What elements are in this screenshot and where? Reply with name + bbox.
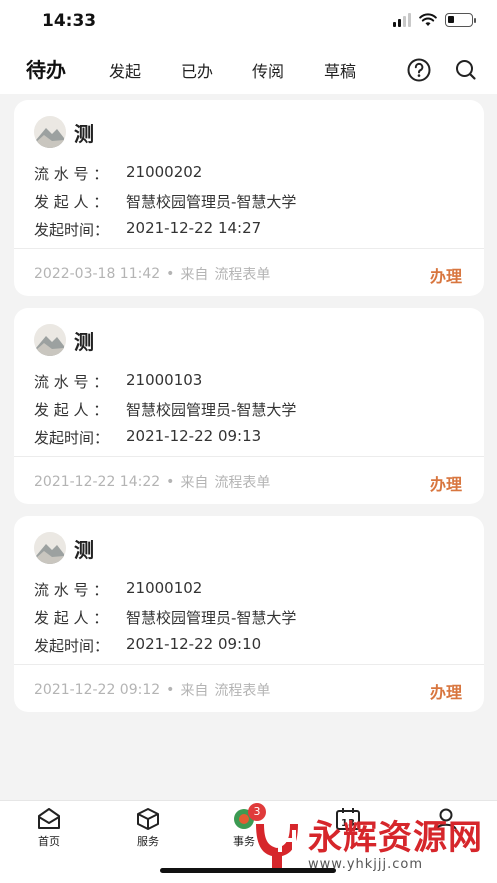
- initiator-value: 智慧校园管理员-智慧大学: [126, 193, 297, 211]
- tab-pending[interactable]: 待办: [26, 54, 66, 83]
- footer-dot: •: [166, 474, 175, 490]
- top-tab-bar: 待办 发起 已办 传阅 草稿: [0, 44, 497, 94]
- card-title: 测: [74, 121, 94, 146]
- card-footer: 2022-03-18 11:42 • 来自 流程表单: [34, 264, 270, 284]
- bottom-tab-service[interactable]: 服务: [118, 807, 178, 849]
- footer-dot: •: [166, 266, 175, 282]
- serial-row: 流 水 号 ： 21000202: [34, 163, 202, 184]
- footer-time: 2021-12-22 09:12: [34, 682, 161, 698]
- initiator-value: 智慧校园管理员-智慧大学: [126, 609, 297, 627]
- serial-value: 21000103: [126, 371, 203, 389]
- status-bar: 14:33: [0, 0, 497, 44]
- watermark: 永辉资源网 www.yhkjjj.com: [250, 815, 495, 875]
- tab-initiate[interactable]: 发起: [109, 58, 141, 82]
- card-title: 测: [74, 537, 94, 562]
- serial-row: 流 水 号 ： 21000103: [34, 371, 202, 392]
- footer-time: 2021-12-22 14:22: [34, 474, 161, 490]
- avatar: [34, 116, 66, 148]
- cube-icon: [137, 808, 159, 830]
- time-row: 发起时间： 2021-12-22 09:10: [34, 635, 261, 656]
- home-icon: [38, 808, 60, 829]
- serial-row: 流 水 号 ： 21000102: [34, 579, 202, 600]
- divider: [14, 664, 484, 665]
- watermark-logo-icon: [256, 824, 298, 870]
- tab-circulate[interactable]: 传阅: [252, 58, 284, 82]
- source-value: 流程表单: [214, 683, 271, 699]
- serial-label: 流 水 号 ：: [34, 581, 109, 599]
- initiator-value: 智慧校园管理员-智慧大学: [126, 401, 297, 419]
- time-label: 发起时间：: [34, 221, 110, 239]
- source-value: 流程表单: [214, 475, 271, 491]
- footer-dot: •: [166, 682, 175, 698]
- serial-value: 21000102: [126, 579, 203, 597]
- source-label: 来自: [180, 683, 209, 699]
- time-row: 发起时间： 2021-12-22 09:13: [34, 427, 261, 448]
- handle-button[interactable]: 办理: [430, 471, 462, 495]
- serial-label: 流 水 号 ：: [34, 165, 109, 183]
- handle-button[interactable]: 办理: [430, 679, 462, 703]
- initiator-row: 发 起 人 ： 智慧校园管理员-智慧大学: [34, 607, 296, 628]
- search-icon[interactable]: [453, 57, 479, 83]
- tab-done[interactable]: 已办: [181, 58, 213, 82]
- signal-icon: [393, 13, 411, 27]
- home-indicator[interactable]: [160, 868, 336, 873]
- serial-value: 21000202: [126, 163, 203, 181]
- footer-time: 2022-03-18 11:42: [34, 266, 161, 282]
- tab-draft[interactable]: 草稿: [324, 58, 356, 82]
- source-value: 流程表单: [214, 267, 271, 283]
- divider: [14, 456, 484, 457]
- time-value: 2021-12-22 14:27: [126, 219, 262, 237]
- source-label: 来自: [180, 475, 209, 491]
- avatar: [34, 324, 66, 356]
- card-footer: 2021-12-22 09:12 • 来自 流程表单: [34, 680, 270, 700]
- bottom-tab-home[interactable]: 首页: [19, 807, 79, 849]
- task-card[interactable]: 测 流 水 号 ： 21000202 发 起 人 ： 智慧校园管理员-智慧大学 …: [14, 100, 484, 296]
- time-label: 发起时间：: [34, 429, 110, 447]
- divider: [14, 248, 484, 249]
- handle-button[interactable]: 办理: [430, 263, 462, 287]
- time-label: 发起时间：: [34, 637, 110, 655]
- status-icons: [393, 13, 476, 27]
- initiator-row: 发 起 人 ： 智慧校园管理员-智慧大学: [34, 399, 296, 420]
- watermark-title: 永辉资源网: [308, 817, 483, 858]
- initiator-label: 发 起 人 ：: [34, 193, 109, 211]
- bottom-tab-label: 服务: [137, 835, 159, 848]
- card-footer: 2021-12-22 14:22 • 来自 流程表单: [34, 472, 270, 492]
- initiator-label: 发 起 人 ：: [34, 609, 109, 627]
- wifi-icon: [419, 13, 437, 26]
- card-title: 测: [74, 329, 94, 354]
- time-row: 发起时间： 2021-12-22 14:27: [34, 219, 261, 240]
- serial-label: 流 水 号 ：: [34, 373, 109, 391]
- time-value: 2021-12-22 09:13: [126, 427, 262, 445]
- initiator-row: 发 起 人 ： 智慧校园管理员-智慧大学: [34, 191, 296, 212]
- task-card[interactable]: 测 流 水 号 ： 21000102 发 起 人 ： 智慧校园管理员-智慧大学 …: [14, 516, 484, 712]
- source-label: 来自: [180, 267, 209, 283]
- initiator-label: 发 起 人 ：: [34, 401, 109, 419]
- task-card[interactable]: 测 流 水 号 ： 21000103 发 起 人 ： 智慧校园管理员-智慧大学 …: [14, 308, 484, 504]
- avatar: [34, 532, 66, 564]
- time-value: 2021-12-22 09:10: [126, 635, 262, 653]
- bottom-tab-label: 首页: [38, 835, 60, 848]
- status-time: 14:33: [42, 11, 97, 31]
- battery-icon: [445, 13, 476, 27]
- question-circle-icon[interactable]: [406, 57, 432, 83]
